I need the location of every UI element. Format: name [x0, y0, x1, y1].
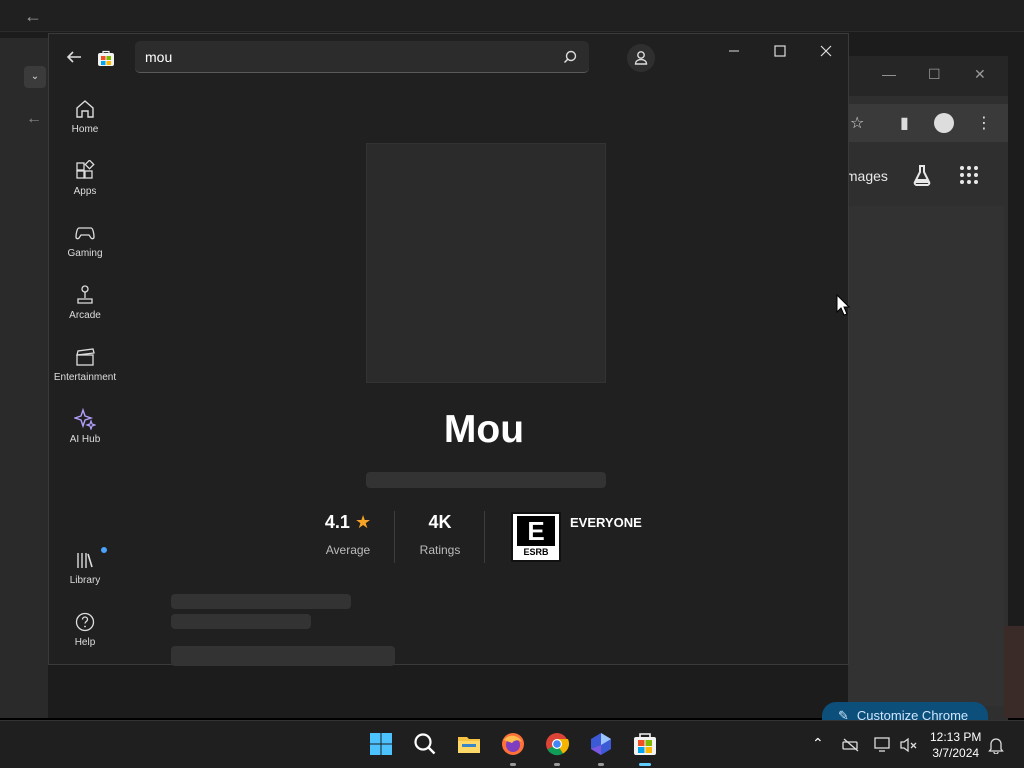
copilot-app-icon[interactable] [588, 731, 614, 766]
profile-avatar-icon[interactable] [934, 113, 954, 133]
store-nav: Home Apps Gaming Arcade Entertainment AI… [49, 82, 121, 664]
clock-date: 3/7/2024 [932, 746, 980, 760]
close-icon[interactable] [817, 42, 835, 60]
nav-label-arcade: Arcade [69, 310, 101, 321]
age-rating-text: EVERYONE [570, 515, 642, 530]
esrb-rating-badge[interactable]: E ESRB [511, 512, 561, 562]
nav-label-library: Library [69, 575, 101, 586]
gamepad-icon [75, 227, 95, 240]
home-icon [76, 100, 94, 118]
person-icon [634, 51, 648, 65]
maximize-icon[interactable] [771, 42, 789, 60]
ratings-count-stat: 4K Ratings [409, 512, 471, 557]
clock-time: 12:13 PM [930, 730, 982, 744]
nav-item-home[interactable]: Home [49, 90, 121, 148]
search-icon[interactable] [563, 50, 577, 64]
background-browser-left: ⌄ ← [0, 38, 48, 718]
app-title: Mou [443, 408, 525, 451]
mouse-cursor-icon [836, 294, 850, 316]
rating-value: 4.1 [324, 512, 350, 532]
volume-muted-icon[interactable] [900, 737, 918, 753]
library-icon [77, 553, 93, 568]
windows-start-icon[interactable] [368, 731, 394, 757]
nav-label-apps: Apps [73, 186, 97, 197]
apps-icon [76, 160, 95, 179]
stat-divider [484, 511, 485, 563]
microsoft-store-icon[interactable] [632, 731, 658, 766]
nav-label-gaming: Gaming [67, 248, 103, 259]
browser-back-icon[interactable]: ← [26, 110, 42, 128]
store-logo-icon [98, 50, 114, 66]
nav-item-arcade[interactable]: Arcade [49, 276, 121, 334]
nav-label-home: Home [71, 124, 99, 135]
esrb-letter: E [517, 516, 555, 546]
clapperboard-icon [76, 348, 95, 366]
description-skeleton [171, 614, 311, 629]
esrb-text: ESRB [523, 547, 549, 557]
chrome-icon[interactable] [544, 731, 570, 766]
chrome-menu-icon[interactable]: ⋮ [976, 113, 992, 133]
file-explorer-icon[interactable] [456, 731, 482, 757]
nav-item-help[interactable]: Help [49, 603, 121, 661]
storage-icon[interactable] [842, 737, 860, 753]
back-arrow-icon[interactable] [65, 48, 83, 66]
google-header: Images [848, 156, 1004, 196]
search-taskbar-icon[interactable] [412, 731, 438, 757]
ratings-label: Ratings [419, 543, 461, 557]
search-input[interactable] [145, 41, 545, 73]
chrome-minimize-icon[interactable]: — [882, 66, 896, 82]
publisher-skeleton [366, 472, 606, 488]
system-clock[interactable]: 12:13 PM 3/7/2024 [930, 729, 981, 761]
notification-bell-icon[interactable] [988, 736, 1004, 754]
minimize-icon[interactable] [725, 42, 743, 60]
store-window: Home Apps Gaming Arcade [48, 33, 849, 666]
bookmark-star-icon[interactable]: ☆ [850, 113, 864, 133]
nav-label-entertainment: Entertainment [53, 372, 117, 383]
chrome-window: — ☐ ✕ ☆ ▮ ⋮ Images [848, 56, 1008, 720]
nav-item-library[interactable]: Library [49, 541, 121, 599]
nav-item-ai-hub[interactable]: AI Hub [49, 400, 121, 458]
rating-stat: 4.1 ★ Average [315, 512, 381, 557]
app-icon-placeholder [366, 143, 606, 383]
taskbar: ⌃ 12:13 PM 3/7/2024 [0, 720, 1024, 768]
firefox-icon[interactable] [500, 731, 526, 766]
rating-label: Average [325, 543, 371, 557]
button-skeleton [171, 646, 395, 666]
nav-label-ai-hub: AI Hub [69, 434, 101, 445]
tab-search-icon[interactable]: ⌄ [24, 66, 46, 88]
network-icon[interactable] [874, 737, 892, 753]
ratings-count: 4K [428, 512, 452, 532]
chrome-titlebar: — ☐ ✕ [848, 56, 1008, 96]
search-box[interactable] [135, 41, 589, 73]
google-apps-icon[interactable] [960, 166, 978, 184]
notification-dot [101, 547, 107, 553]
chrome-page-content [848, 206, 1004, 706]
store-titlebar [49, 34, 849, 82]
background-window-titlebar: ← [0, 0, 1024, 32]
nav-item-entertainment[interactable]: Entertainment [49, 338, 121, 396]
background-image-fragment [1004, 626, 1024, 718]
chrome-toolbar: ☆ ▮ ⋮ [848, 104, 1008, 142]
star-icon: ★ [354, 512, 372, 532]
side-panel-icon[interactable]: ▮ [900, 113, 909, 133]
chrome-close-icon[interactable]: ✕ [974, 66, 986, 83]
tray-chevron-up-icon[interactable]: ⌃ [812, 735, 824, 752]
description-skeleton [171, 594, 351, 609]
joystick-icon [77, 285, 93, 304]
nav-item-apps[interactable]: Apps [49, 152, 121, 210]
account-button[interactable] [627, 44, 655, 72]
nav-item-gaming[interactable]: Gaming [49, 214, 121, 272]
chrome-maximize-icon[interactable]: ☐ [928, 66, 941, 83]
labs-flask-icon[interactable] [912, 164, 932, 186]
background-back-icon[interactable]: ← [24, 6, 42, 27]
nav-label-help: Help [74, 637, 96, 648]
stat-divider [394, 511, 395, 563]
help-icon [75, 612, 95, 632]
sparkle-icon [74, 408, 96, 430]
